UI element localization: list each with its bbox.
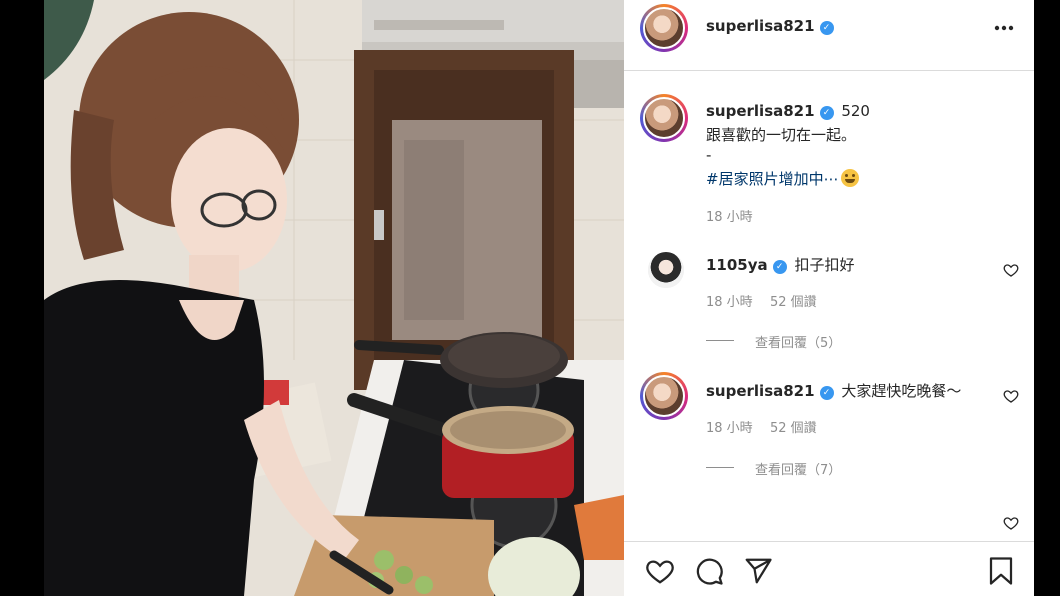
post-author-row: superlisa821 ✓ xyxy=(706,17,834,35)
caption-username[interactable]: superlisa821 xyxy=(706,102,815,120)
heart-icon[interactable] xyxy=(645,556,675,586)
comment-avatar[interactable] xyxy=(640,372,688,420)
caption-header: superlisa821 ✓ 520 xyxy=(706,102,870,120)
header-divider xyxy=(624,70,1034,71)
caption-line-2: - xyxy=(706,146,712,164)
post-photo[interactable] xyxy=(44,0,624,596)
comment-avatar[interactable] xyxy=(648,252,684,288)
caption-inline-text: 520 xyxy=(841,102,870,120)
post-author-username[interactable]: superlisa821 xyxy=(706,17,815,35)
verified-badge-icon: ✓ xyxy=(819,21,834,35)
share-icon[interactable] xyxy=(743,556,773,586)
verified-badge-icon: ✓ xyxy=(819,386,834,400)
view-replies-button[interactable]: 查看回覆（5） xyxy=(755,332,841,351)
view-replies-button[interactable]: 查看回覆（7） xyxy=(755,459,841,478)
comment-like-heart-icon[interactable] xyxy=(1003,262,1019,278)
comment-text: 扣子扣好 xyxy=(794,256,855,274)
action-bar-divider xyxy=(624,541,1034,542)
reply-divider xyxy=(706,340,734,341)
comment-likes[interactable]: 52 個讚 xyxy=(770,417,817,436)
kitchen-photo-illustration xyxy=(44,0,624,596)
comment-like-heart-icon[interactable] xyxy=(1003,515,1019,531)
comment-username[interactable]: 1105ya xyxy=(706,256,768,274)
verified-badge-icon: ✓ xyxy=(772,260,787,274)
caption-hashtag[interactable]: #居家照片增加中⋯ xyxy=(706,170,839,188)
comment-username[interactable]: superlisa821 xyxy=(706,382,815,400)
comment-row: 1105ya ✓ 扣子扣好 xyxy=(706,254,854,275)
comment-time: 18 小時 xyxy=(706,421,753,436)
caption-line-1: 跟喜歡的一切在一起。 xyxy=(706,126,857,144)
comment-likes[interactable]: 52 個讚 xyxy=(770,291,817,310)
comment-icon[interactable] xyxy=(694,556,724,586)
comment-row: superlisa821 ✓ 大家趕快吃晚餐～ xyxy=(706,380,961,401)
caption-hashtag-row: #居家照片增加中⋯ xyxy=(706,168,859,189)
letterbox-border xyxy=(1034,0,1060,596)
post-detail-panel: superlisa821 ✓ superlisa821 ✓ 520 跟喜歡的一切在一… xyxy=(624,0,1034,596)
comment-text: 大家趕快吃晚餐～ xyxy=(841,382,962,400)
verified-badge-icon: ✓ xyxy=(819,106,834,120)
bookmark-icon[interactable] xyxy=(987,556,1015,586)
grinning-emoji-icon xyxy=(840,169,859,187)
ellipsis-icon[interactable] xyxy=(993,18,1015,38)
author-avatar[interactable] xyxy=(640,4,688,52)
caption-time: 18 小時 xyxy=(706,210,753,225)
caption-avatar[interactable] xyxy=(640,94,688,142)
reply-divider xyxy=(706,467,734,468)
comment-like-heart-icon[interactable] xyxy=(1003,388,1019,404)
comment-time: 18 小時 xyxy=(706,295,753,310)
